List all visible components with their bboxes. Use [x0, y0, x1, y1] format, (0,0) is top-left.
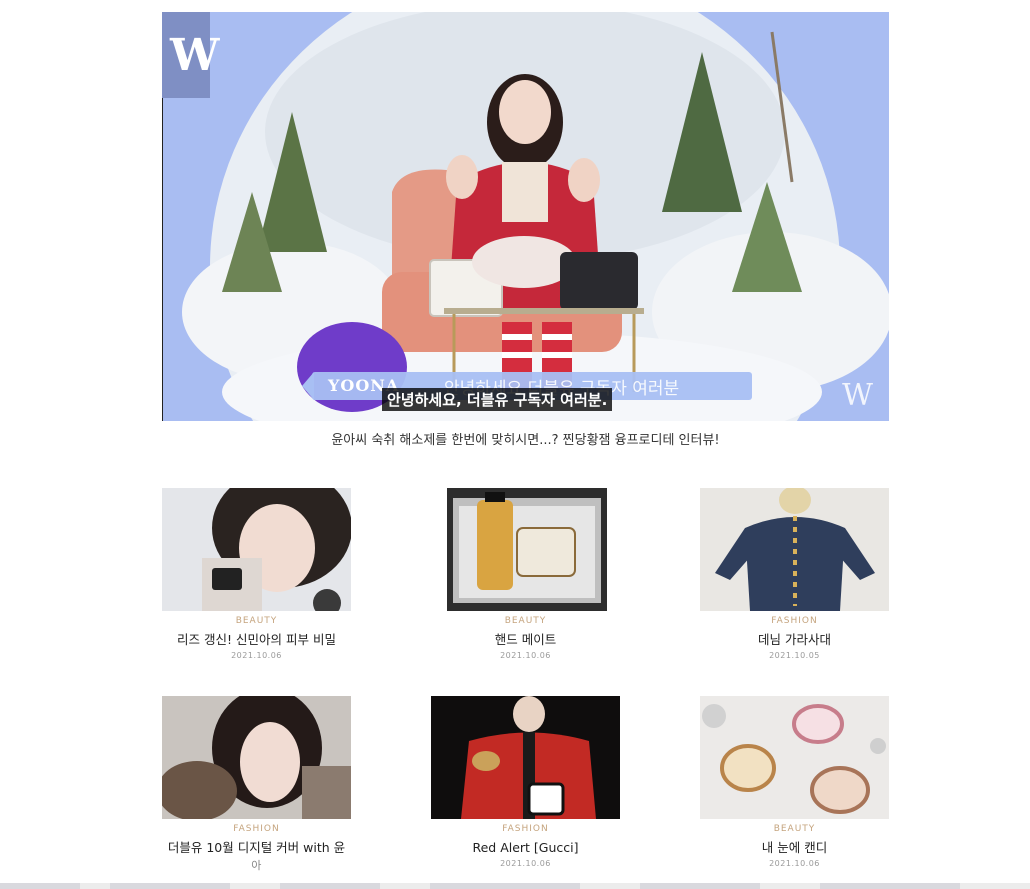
article-title[interactable]: Red Alert [Gucci] — [431, 839, 620, 856]
article-image — [431, 696, 620, 819]
video-subtitle: 안녕하세요, 더블유 구독자 여러분. — [382, 388, 613, 411]
article-title[interactable]: 핸드 메이트 — [431, 631, 620, 648]
preview-tile — [280, 883, 380, 889]
article-thumbnail[interactable] — [700, 696, 889, 819]
article-image — [162, 696, 351, 819]
article-date: 2021.10.06 — [769, 859, 820, 868]
article-image — [162, 488, 351, 611]
w-logo-letter: W — [170, 30, 219, 81]
article-date: 2021.10.06 — [500, 651, 551, 660]
preview-tile — [430, 883, 580, 889]
article-image — [431, 488, 620, 611]
article-thumbnail[interactable] — [162, 488, 351, 611]
article-image — [700, 488, 889, 611]
article-title[interactable]: 내 눈에 캔디 — [700, 839, 889, 856]
hero-video[interactable]: W YOONA 안녕하세요 더블유 구독자 여러분 안녕하세요, 더블유 구독자… — [162, 12, 889, 421]
article-title[interactable]: 데님 가라사대 — [700, 631, 889, 648]
preview-tile — [110, 883, 230, 889]
w-logo-badge: W — [162, 12, 219, 98]
article-thumbnail[interactable] — [431, 488, 620, 611]
article-date: 2021.10.06 — [231, 651, 282, 660]
article-title[interactable]: 리즈 갱신! 신민아의 피부 비밀 — [162, 631, 351, 648]
article-title[interactable]: 더블유 10월 디지털 커버 with 윤 — [162, 839, 351, 856]
article-category: BEAUTY — [235, 616, 278, 626]
article-image — [700, 696, 889, 819]
preview-tile — [0, 883, 80, 889]
hero-caption-link[interactable]: 윤아씨 숙취 해소제를 한번에 맞히시면...? 찐당황잼 융프로디테 인터뷰! — [162, 429, 889, 448]
article-thumbnail[interactable] — [700, 488, 889, 611]
hero-video-frame — [162, 12, 889, 421]
w-watermark: W — [842, 378, 873, 413]
article-thumbnail[interactable] — [162, 696, 351, 819]
article-category: BEAUTY — [773, 824, 816, 834]
article-category: FASHION — [233, 824, 280, 834]
article-category: FASHION — [771, 616, 818, 626]
article-date: 2021.10.05 — [769, 651, 820, 660]
preview-tile — [820, 883, 960, 889]
article-thumbnail[interactable] — [431, 696, 620, 819]
preview-tile — [640, 883, 760, 889]
next-row-preview — [0, 883, 1030, 889]
article-category: BEAUTY — [504, 616, 547, 626]
article-category: FASHION — [502, 824, 549, 834]
article-title-continuation: 아 — [251, 859, 262, 872]
article-date: 2021.10.06 — [500, 859, 551, 868]
